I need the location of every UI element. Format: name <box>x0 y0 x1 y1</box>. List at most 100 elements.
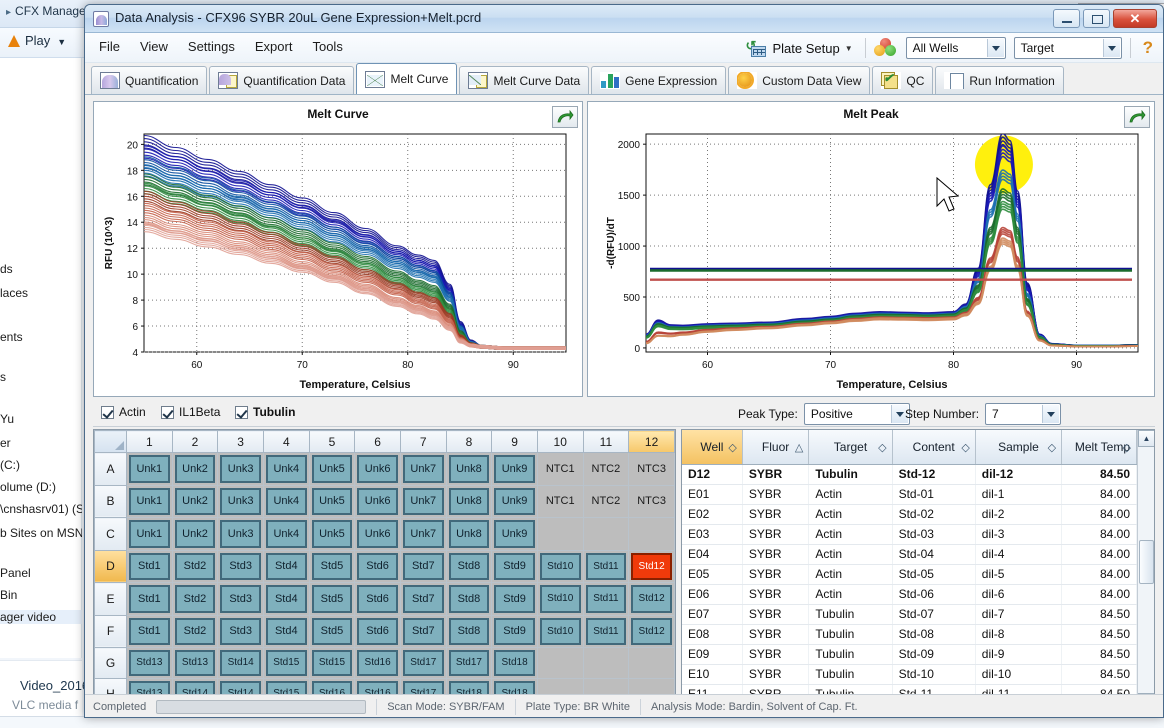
plate-well-C2[interactable]: Unk2 <box>171 517 219 551</box>
plate-well-D6[interactable]: Std6 <box>354 549 401 583</box>
plate-well-D11[interactable]: Std11 <box>582 549 630 583</box>
menu-item-view[interactable]: View <box>140 39 168 54</box>
minimize-button[interactable] <box>1053 9 1080 28</box>
plate-well-G1[interactable]: Std13 <box>126 647 173 679</box>
plate-row-header-A[interactable]: A <box>94 452 127 486</box>
plate-grid[interactable]: 1 2 3 4 5 6 7 8 9 10 11 12 A Unk1 Unk2 Unk3 Unk4 Unk5 Unk… <box>93 429 676 711</box>
scroll-up-icon[interactable]: ▲ <box>1138 430 1154 447</box>
plate-well-D8[interactable]: Std8 <box>445 549 493 583</box>
checkbox-icon[interactable] <box>235 405 248 419</box>
plate-column-header-9[interactable]: 9 <box>491 430 538 453</box>
plate-well-B4[interactable]: Unk4 <box>262 484 310 518</box>
wells-select[interactable]: All Wells <box>905 37 1006 59</box>
plate-well-G6[interactable]: Std16 <box>354 647 401 679</box>
plate-well-C7[interactable]: Unk7 <box>399 517 447 551</box>
plate-well-F11[interactable]: Std11 <box>582 614 630 648</box>
sort-toggle-icon[interactable]: ◇ <box>1048 441 1056 454</box>
plate-well-F8[interactable]: Std8 <box>445 614 493 648</box>
plate-column-header-12[interactable]: 12 <box>628 430 675 453</box>
table-row[interactable]: E05 SYBR Actin Std-05 dil-5 84.00 <box>682 564 1137 585</box>
step-number-select[interactable]: 7 <box>985 403 1062 425</box>
plate-well-A9[interactable]: Unk9 <box>491 452 538 486</box>
plate-well-F6[interactable]: Std6 <box>354 614 401 648</box>
plate-row-header-D[interactable]: D <box>94 549 127 583</box>
data-column-header-fluor[interactable]: Fluor △ <box>742 430 810 465</box>
plate-well-C12[interactable] <box>628 517 675 551</box>
tab-quantification[interactable]: Quantification <box>91 66 208 94</box>
plate-well-C3[interactable]: Unk3 <box>217 517 264 551</box>
well-data-table[interactable]: Well ◇ Fluor △ Target ◇ Content ◇ Sample ◇ Melt Te… <box>681 429 1155 711</box>
plate-well-A3[interactable]: Unk3 <box>217 452 264 486</box>
chevron-down-icon[interactable] <box>1042 405 1060 423</box>
plate-well-C1[interactable]: Unk1 <box>126 517 173 551</box>
table-row[interactable]: E03 SYBR Actin Std-03 dil-3 84.00 <box>682 524 1137 545</box>
plate-well-B7[interactable]: Unk7 <box>399 484 447 518</box>
plate-column-header-10[interactable]: 10 <box>536 430 584 453</box>
checkbox-icon[interactable] <box>161 405 174 419</box>
sidebar-item[interactable]: laces <box>0 286 82 300</box>
data-column-header-sample[interactable]: Sample ◇ <box>975 430 1063 465</box>
plate-well-C11[interactable] <box>582 517 630 551</box>
plate-column-header-4[interactable]: 4 <box>262 430 310 453</box>
plate-well-A5[interactable]: Unk5 <box>308 452 356 486</box>
plate-well-G10[interactable] <box>536 647 584 679</box>
plate-well-G7[interactable]: Std17 <box>399 647 447 679</box>
play-button[interactable]: Play ▼ <box>8 33 66 48</box>
plate-well-E2[interactable]: Std2 <box>171 582 219 616</box>
plate-well-D7[interactable]: Std7 <box>399 549 447 583</box>
plate-well-E8[interactable]: Std8 <box>445 582 493 616</box>
menu-item-export[interactable]: Export <box>255 39 293 54</box>
plate-well-F1[interactable]: Std1 <box>126 614 173 648</box>
scrollbar-thumb[interactable] <box>1139 540 1154 584</box>
plate-well-E4[interactable]: Std4 <box>262 582 310 616</box>
sidebar-item[interactable]: s <box>0 370 82 384</box>
plate-column-header-5[interactable]: 5 <box>308 430 356 453</box>
plate-row-header-G[interactable]: G <box>94 647 127 679</box>
plate-setup-button[interactable]: ↺ Plate Setup ▼ <box>741 38 856 58</box>
plate-well-F2[interactable]: Std2 <box>171 614 219 648</box>
plate-well-A11[interactable]: NTC2 <box>582 452 630 486</box>
plate-well-B2[interactable]: Unk2 <box>171 484 219 518</box>
tab-custom-data-view[interactable]: Custom Data View <box>728 66 871 94</box>
plate-well-D2[interactable]: Std2 <box>171 549 219 583</box>
close-button[interactable]: ✕ <box>1113 9 1157 28</box>
chevron-down-icon[interactable] <box>986 39 1004 57</box>
plate-column-header-7[interactable]: 7 <box>399 430 447 453</box>
plate-column-header-6[interactable]: 6 <box>354 430 401 453</box>
plate-well-B8[interactable]: Unk8 <box>445 484 493 518</box>
sidebar-item[interactable]: ager video <box>0 610 82 624</box>
plate-corner-cell[interactable] <box>94 430 127 453</box>
plate-well-G4[interactable]: Std15 <box>262 647 310 679</box>
sort-ascending-icon[interactable]: △ <box>795 441 803 454</box>
plate-well-C9[interactable]: Unk9 <box>491 517 538 551</box>
sidebar-item[interactable]: olume (D:) <box>0 480 82 494</box>
tab-melt-curve-data[interactable]: Melt Curve Data <box>459 66 590 94</box>
peak-type-select[interactable]: Positive <box>803 403 910 425</box>
plate-well-D10[interactable]: Std10 <box>536 549 584 583</box>
plate-well-E7[interactable]: Std7 <box>399 582 447 616</box>
plate-well-A6[interactable]: Unk6 <box>354 452 401 486</box>
plate-well-A10[interactable]: NTC1 <box>536 452 584 486</box>
sort-toggle-icon[interactable]: ◇ <box>728 441 736 454</box>
plate-well-G9[interactable]: Std18 <box>491 647 538 679</box>
sidebar-item[interactable]: (C:) <box>0 458 82 472</box>
plate-well-B12[interactable]: NTC3 <box>628 484 675 518</box>
plate-well-A1[interactable]: Unk1 <box>126 452 173 486</box>
plate-well-F7[interactable]: Std7 <box>399 614 447 648</box>
plate-well-D5[interactable]: Std5 <box>308 549 356 583</box>
plate-well-G11[interactable] <box>582 647 630 679</box>
plate-column-header-1[interactable]: 1 <box>126 430 173 453</box>
plate-well-E12[interactable]: Std12 <box>628 582 675 616</box>
plate-well-C6[interactable]: Unk6 <box>354 517 401 551</box>
plate-row-header-E[interactable]: E <box>94 582 127 616</box>
data-column-header-target[interactable]: Target ◇ <box>808 430 893 465</box>
plate-well-B5[interactable]: Unk5 <box>308 484 356 518</box>
plate-well-F4[interactable]: Std4 <box>262 614 310 648</box>
plate-well-E6[interactable]: Std6 <box>354 582 401 616</box>
target-checkbox-actin[interactable]: Actin <box>101 405 146 419</box>
plate-well-B9[interactable]: Unk9 <box>491 484 538 518</box>
plate-well-F12[interactable]: Std12 <box>628 614 675 648</box>
plate-well-A2[interactable]: Unk2 <box>171 452 219 486</box>
plate-well-D4[interactable]: Std4 <box>262 549 310 583</box>
plate-well-D3[interactable]: Std3 <box>217 549 264 583</box>
